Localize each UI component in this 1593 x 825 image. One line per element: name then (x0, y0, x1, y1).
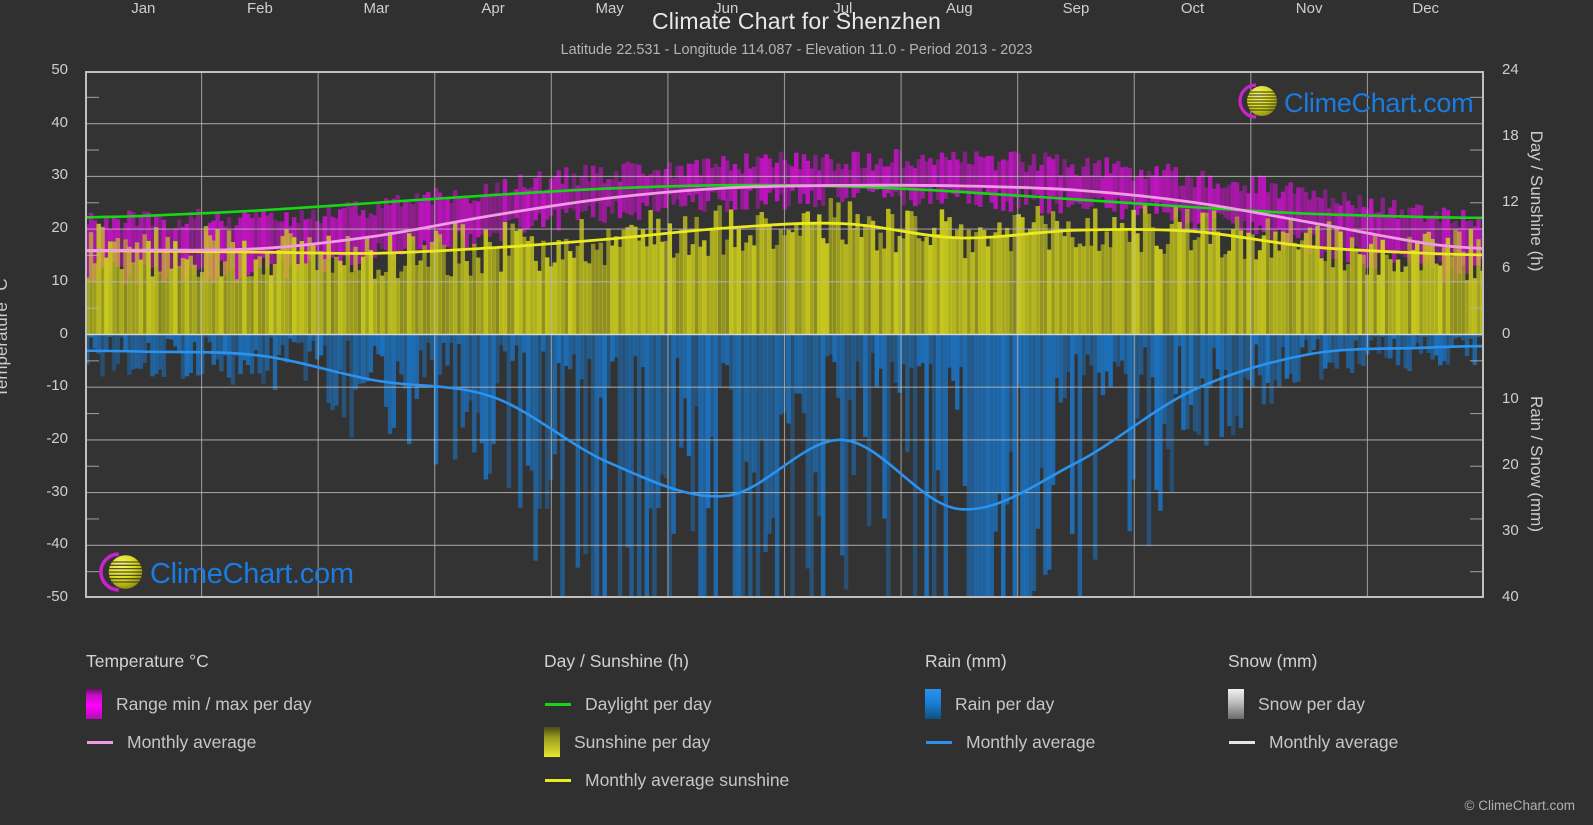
y-tick-day-18: 18 (1502, 126, 1519, 144)
logo-text: ClimeChart.com (150, 558, 354, 590)
x-tick-Jan: Jan (131, 0, 156, 17)
x-tick-Aug: Aug (946, 0, 973, 17)
legend-swatch-icon (545, 702, 571, 706)
y-tick-left--40: -40 (46, 535, 68, 553)
y-tick-rain-30: 30 (1502, 522, 1519, 540)
legend-item-label: Range min / max per day (116, 693, 312, 714)
legend-item[interactable]: Monthly average (1228, 723, 1398, 761)
legend-group-snow: Snow (mm) Snow per day Monthly average (1228, 651, 1398, 761)
logo-watermark-top[interactable]: ClimeChart.com (1232, 80, 1474, 127)
legend-item-label: Monthly average (127, 731, 257, 752)
x-tick-Nov: Nov (1295, 0, 1323, 17)
legend-title: Day / Sunshine (h) (544, 651, 689, 671)
legend-item[interactable]: Monthly average (86, 723, 312, 761)
legend-item-label: Monthly average (1269, 731, 1399, 752)
y-tick-left-0: 0 (59, 324, 68, 342)
legend-swatch-icon (925, 689, 941, 719)
legend-item[interactable]: Snow per day (1228, 685, 1398, 723)
y-axis-left-title: Temperature °C (0, 278, 11, 398)
copyright-notice: © ClimeChart.com (1464, 798, 1575, 813)
y-tick-rain-20: 20 (1502, 456, 1519, 474)
legend-item-label: Rain per day (955, 693, 1055, 714)
x-tick-May: May (595, 0, 624, 17)
legend-item[interactable]: Daylight per day (544, 685, 789, 723)
y-tick-rain-10: 10 (1502, 390, 1519, 408)
legend-item-label: Monthly average (966, 731, 1096, 752)
legend-swatch-icon (545, 778, 571, 782)
climechart-logo-icon (1232, 80, 1284, 127)
legend-swatch-icon (1228, 689, 1244, 719)
x-tick-Jun: Jun (714, 0, 739, 17)
plot-canvas (85, 71, 1484, 598)
legend-swatch-icon (87, 740, 113, 744)
legend-item-label: Monthly average sunshine (585, 769, 790, 790)
y-tick-left--50: -50 (46, 588, 68, 605)
legend-item-label: Sunshine per day (574, 731, 711, 752)
x-tick-Feb: Feb (246, 0, 273, 17)
grid-lines (85, 71, 1484, 598)
y-tick-left--30: -30 (46, 482, 68, 500)
x-tick-Sep: Sep (1062, 0, 1090, 17)
legend-item-label: Snow per day (1258, 693, 1366, 714)
legend-group-temperature: Temperature °C Range min / max per day Mon… (86, 651, 312, 761)
logo-text: ClimeChart.com (1284, 88, 1474, 118)
y-tick-left-50: 50 (51, 61, 68, 78)
legend-swatch-icon (926, 740, 952, 744)
logo-watermark-bottom[interactable]: ClimeChart.com (92, 548, 354, 601)
page-subtitle: Latitude 22.531 - Longitude 114.087 - El… (560, 42, 1033, 58)
plot-area[interactable] (85, 71, 1484, 598)
legend-item[interactable]: Range min / max per day (86, 685, 312, 723)
y-tick-day-12: 12 (1502, 192, 1519, 210)
legend-title: Rain (mm) (925, 651, 1007, 671)
y-tick-day-0: 0 (1502, 324, 1511, 342)
legend-item[interactable]: Sunshine per day (544, 723, 789, 761)
legend-group-rain: Rain (mm) Rain per day Monthly average (925, 651, 1095, 761)
legend-group-sunshine: Day / Sunshine (h) Daylight per day Sunshi… (544, 651, 789, 799)
legend-item-label: Daylight per day (585, 693, 712, 714)
climate-chart-page: Climate Chart for Shenzhen Latitude 22.5… (0, 0, 1593, 825)
legend-item[interactable]: Monthly average (925, 723, 1095, 761)
climechart-logo-icon (92, 548, 150, 601)
y-tick-day-6: 6 (1502, 258, 1511, 276)
legend-title: Snow (mm) (1228, 651, 1318, 671)
legend-title: Temperature °C (86, 651, 209, 671)
y-tick-rain-40: 40 (1502, 588, 1519, 605)
x-tick-Oct: Oct (1180, 0, 1205, 17)
y-tick-left--20: -20 (46, 429, 68, 447)
y-tick-left-30: 30 (51, 166, 68, 184)
legend-item[interactable]: Rain per day (925, 685, 1095, 723)
x-tick-Jul: Jul (833, 0, 853, 17)
y-tick-day-24: 24 (1502, 61, 1519, 78)
y-tick-left-40: 40 (51, 113, 68, 131)
x-tick-Dec: Dec (1412, 0, 1440, 17)
y-tick-left--10: -10 (46, 377, 68, 395)
legend-swatch-icon (544, 727, 560, 757)
x-tick-Apr: Apr (481, 0, 505, 17)
y-tick-left-20: 20 (51, 219, 68, 237)
legend-swatch-icon (1229, 740, 1255, 744)
x-tick-Mar: Mar (363, 0, 390, 17)
legend-item[interactable]: Monthly average sunshine (544, 761, 789, 799)
legend-swatch-icon (86, 689, 102, 719)
y-tick-left-10: 10 (51, 271, 68, 289)
